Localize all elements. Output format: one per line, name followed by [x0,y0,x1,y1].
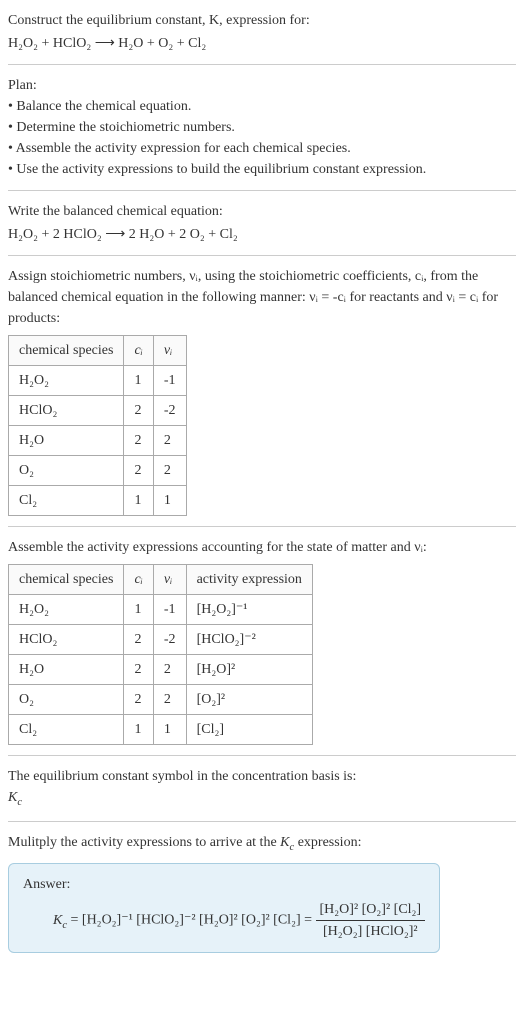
table-row: H₂O 2 2 [H₂O]² [9,655,313,685]
cell-nui: 2 [153,655,186,685]
symbol-kc: Kc [8,787,516,811]
cell-ci: 2 [124,396,153,426]
cell-species: HClO₂ [9,625,124,655]
kc-sub: c [17,797,22,808]
answer-equation: Kc = [H₂O₂]⁻¹ [HClO₂]⁻² [H₂O]² [O₂]² [Cl… [23,895,425,942]
col-header: νᵢ [153,336,186,366]
cell-species: H₂O [9,426,124,456]
cell-activity: [Cl₂] [186,715,312,745]
plan-heading: Plan: [8,75,516,96]
table-row: H₂O₂ 1 -1 [H₂O₂]⁻¹ [9,595,313,625]
cell-species: HClO₂ [9,396,124,426]
plan-item: Balance the chemical equation. [8,96,516,117]
col-header: cᵢ [124,336,153,366]
cell-ci: 1 [124,366,153,396]
symbol-block: The equilibrium constant symbol in the c… [8,766,516,811]
cell-nui: 2 [153,685,186,715]
cell-nui: 1 [153,486,186,516]
cell-nui: 2 [153,456,186,486]
col-header: cᵢ [124,565,153,595]
plan-item: Use the activity expressions to build th… [8,159,516,180]
divider [8,526,516,527]
intro-block: Construct the equilibrium constant, K, e… [8,10,516,54]
col-header: chemical species [9,336,124,366]
balanced-block: Write the balanced chemical equation: H₂… [8,201,516,245]
table-row: H₂O 2 2 [9,426,187,456]
table-row: O₂ 2 2 [O₂]² [9,685,313,715]
table-row: HClO₂ 2 -2 [HClO₂]⁻² [9,625,313,655]
cell-nui: 1 [153,715,186,745]
table-row: HClO₂ 2 -2 [9,396,187,426]
cell-ci: 1 [124,715,153,745]
cell-species: O₂ [9,456,124,486]
assign-text: Assign stoichiometric numbers, νᵢ, using… [8,266,516,329]
cell-ci: 2 [124,625,153,655]
table-row: H₂O₂ 1 -1 [9,366,187,396]
intro-line1: Construct the equilibrium constant, K, e… [8,10,516,31]
table-row: Cl₂ 1 1 [Cl₂] [9,715,313,745]
cell-nui: -1 [153,595,186,625]
cell-species: Cl₂ [9,486,124,516]
cell-activity: [H₂O]² [186,655,312,685]
cell-ci: 1 [124,486,153,516]
intro-text: Construct the equilibrium constant, K, e… [8,13,310,28]
plan-block: Plan: Balance the chemical equation. Det… [8,75,516,180]
table-header-row: chemical species cᵢ νᵢ [9,336,187,366]
divider [8,821,516,822]
kc-lhs: Kc [53,913,67,928]
cell-ci: 1 [124,595,153,625]
symbol-text: The equilibrium constant symbol in the c… [8,766,516,787]
fraction-denominator: [H₂O₂] [HClO₂]² [316,921,426,942]
cell-ci: 2 [124,655,153,685]
activity-text: Assemble the activity expressions accoun… [8,537,516,558]
answer-lhs-expr: = [H₂O₂]⁻¹ [HClO₂]⁻² [H₂O]² [O₂]² [Cl₂] … [71,913,316,928]
activity-table: chemical species cᵢ νᵢ activity expressi… [8,564,313,745]
cell-species: O₂ [9,685,124,715]
stoich-table: chemical species cᵢ νᵢ H₂O₂ 1 -1 HClO₂ 2… [8,335,187,516]
kc-label: K [8,790,17,805]
balanced-heading: Write the balanced chemical equation: [8,201,516,222]
multiply-block: Mulitply the activity expressions to arr… [8,832,516,954]
cell-species: H₂O₂ [9,366,124,396]
table-header-row: chemical species cᵢ νᵢ activity expressi… [9,565,313,595]
table-row: O₂ 2 2 [9,456,187,486]
cell-nui: -2 [153,625,186,655]
divider [8,190,516,191]
cell-species: H₂O [9,655,124,685]
cell-ci: 2 [124,456,153,486]
divider [8,755,516,756]
fraction-numerator: [H₂O]² [O₂]² [Cl₂] [316,899,426,921]
divider [8,64,516,65]
cell-nui: -2 [153,396,186,426]
plan-item: Determine the stoichiometric numbers. [8,117,516,138]
col-header: activity expression [186,565,312,595]
cell-nui: -1 [153,366,186,396]
plan-list: Balance the chemical equation. Determine… [8,96,516,180]
multiply-text: Mulitply the activity expressions to arr… [8,832,516,856]
answer-label: Answer: [23,874,425,895]
col-header: νᵢ [153,565,186,595]
intro-equation: H₂O₂ + HClO₂ ⟶ H₂O + O₂ + Cl₂ [8,33,516,54]
balanced-equation: H₂O₂ + 2 HClO₂ ⟶ 2 H₂O + 2 O₂ + Cl₂ [8,224,516,245]
assign-block: Assign stoichiometric numbers, νᵢ, using… [8,266,516,516]
cell-activity: [H₂O₂]⁻¹ [186,595,312,625]
cell-activity: [O₂]² [186,685,312,715]
table-row: Cl₂ 1 1 [9,486,187,516]
cell-ci: 2 [124,685,153,715]
activity-block: Assemble the activity expressions accoun… [8,537,516,745]
divider [8,255,516,256]
plan-item: Assemble the activity expression for eac… [8,138,516,159]
cell-species: Cl₂ [9,715,124,745]
cell-nui: 2 [153,426,186,456]
cell-ci: 2 [124,426,153,456]
col-header: chemical species [9,565,124,595]
cell-species: H₂O₂ [9,595,124,625]
multiply-text-span: Mulitply the activity expressions to arr… [8,835,361,850]
answer-fraction: [H₂O]² [O₂]² [Cl₂] [H₂O₂] [HClO₂]² [316,899,426,942]
answer-box: Answer: Kc = [H₂O₂]⁻¹ [HClO₂]⁻² [H₂O]² [… [8,863,440,953]
cell-activity: [HClO₂]⁻² [186,625,312,655]
